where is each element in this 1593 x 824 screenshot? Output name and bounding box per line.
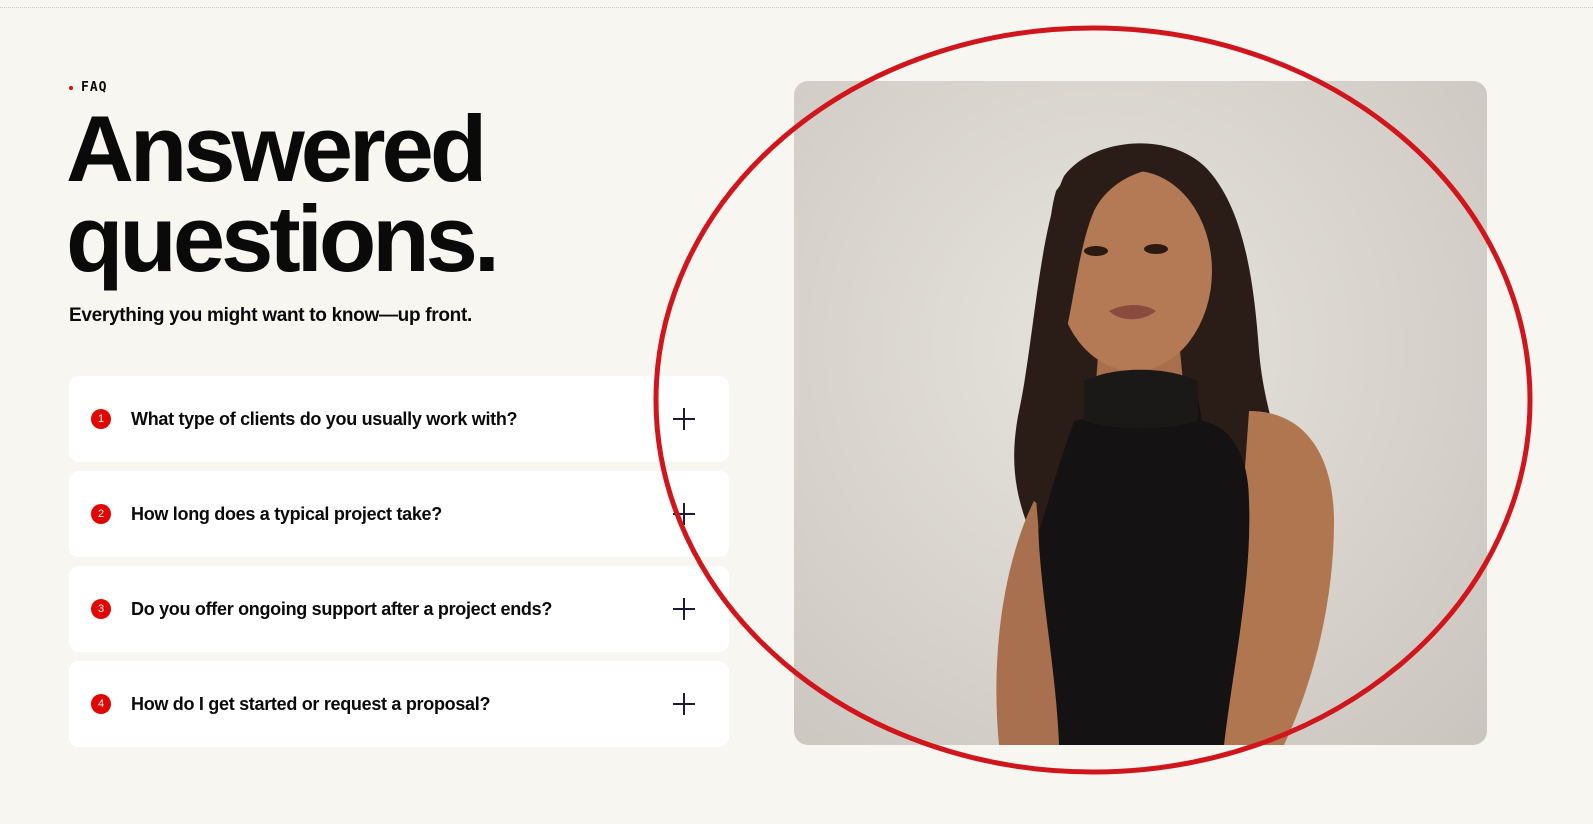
faq-item[interactable]: 1 What type of clients do you usually wo…	[69, 376, 729, 462]
portrait-illustration	[996, 143, 1334, 745]
faq-question: How long does a typical project take?	[131, 503, 442, 524]
eyebrow-label: FAQ	[81, 80, 108, 95]
faq-number-badge: 4	[91, 694, 111, 714]
faq-section: FAQ Answered questions. Everything you m…	[0, 0, 1593, 824]
plus-icon[interactable]	[673, 598, 695, 620]
faq-question: Do you offer ongoing support after a pro…	[131, 598, 553, 619]
page-subtitle: Everything you might want to know—up fro…	[69, 305, 472, 326]
faq-list: 1 What type of clients do you usually wo…	[69, 376, 729, 756]
faq-number-badge: 2	[91, 504, 111, 524]
plus-icon[interactable]	[673, 503, 695, 525]
plus-icon[interactable]	[673, 408, 695, 430]
plus-icon[interactable]	[673, 693, 695, 715]
faq-item[interactable]: 4 How do I get started or request a prop…	[69, 661, 729, 747]
bullet-dot-icon	[69, 85, 73, 90]
faq-number-badge: 3	[91, 599, 111, 619]
title-line-2: questions.	[66, 186, 500, 291]
top-divider	[0, 7, 1593, 8]
section-eyebrow: FAQ	[69, 80, 107, 95]
page-title: Answered questions.	[66, 102, 500, 286]
faq-question: How do I get started or request a propos…	[131, 693, 491, 714]
faq-number-badge: 1	[91, 409, 111, 429]
portrait-photo	[794, 81, 1487, 745]
faq-question: What type of clients do you usually work…	[131, 408, 518, 429]
faq-item[interactable]: 3 Do you offer ongoing support after a p…	[69, 566, 729, 652]
faq-item[interactable]: 2 How long does a typical project take?	[69, 471, 729, 557]
